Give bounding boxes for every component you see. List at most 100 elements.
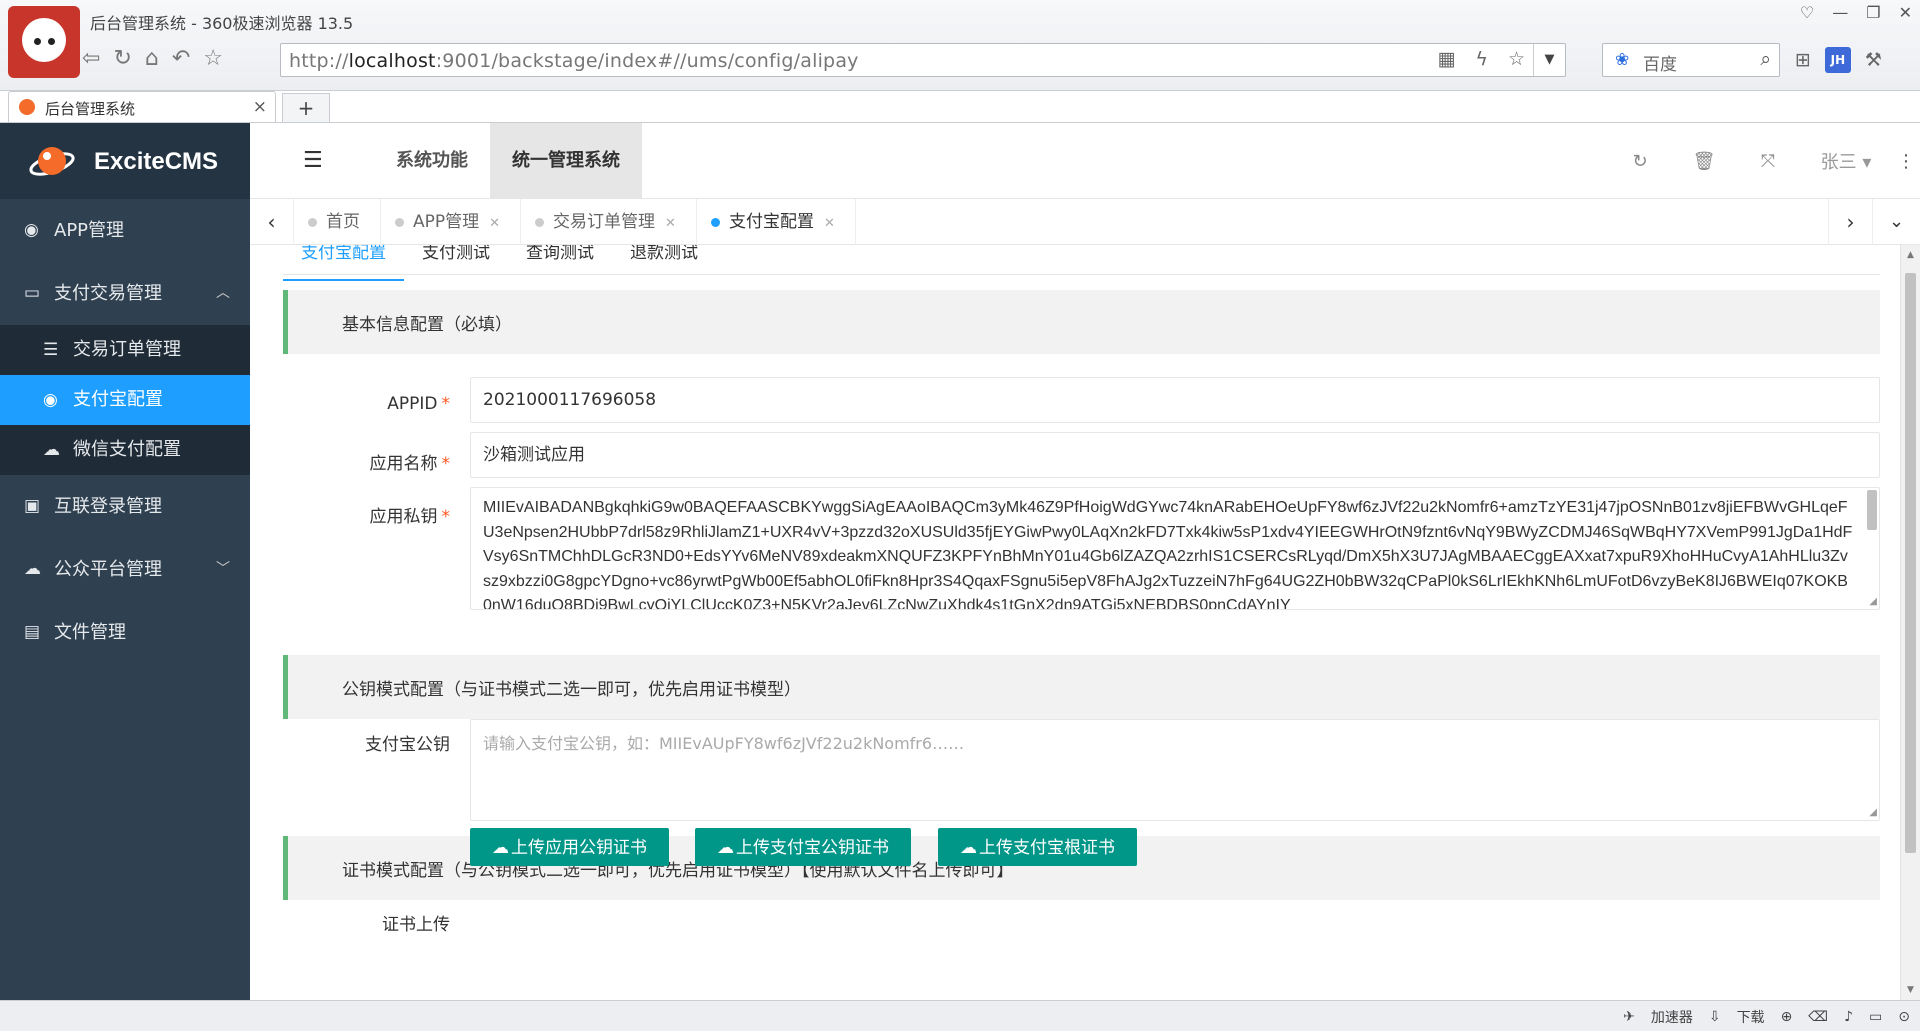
browser-logo[interactable]: [8, 6, 80, 78]
apps-grid-icon[interactable]: ⊞: [1795, 49, 1811, 71]
refresh-icon[interactable]: ↻: [1608, 151, 1672, 172]
page-tab-label: 交易订单管理: [553, 212, 656, 232]
top-nav-unified[interactable]: 统一管理系统: [490, 123, 642, 199]
zoom-icon[interactable]: ⊙: [1898, 1009, 1910, 1025]
close-icon[interactable]: ✕: [489, 216, 500, 231]
section-basic: 基本信息配置（必填）: [283, 290, 1880, 354]
screen-icon[interactable]: ▭: [1869, 1009, 1882, 1025]
sidebar-item-login[interactable]: ▣ 互联登录管理: [0, 475, 250, 538]
screenshot-icon[interactable]: ⊕: [1781, 1009, 1793, 1025]
list-icon: ☰: [43, 340, 59, 360]
sidebar-item-payment[interactable]: ▭ 支付交易管理 ︿: [0, 262, 250, 325]
lightning-icon[interactable]: ϟ: [1475, 48, 1488, 70]
download-icon[interactable]: ⇩: [1709, 1009, 1721, 1025]
sidebar-item-label: 交易订单管理: [73, 339, 181, 360]
scroll-up-icon[interactable]: ▲: [1901, 245, 1920, 265]
tools-wrench-icon[interactable]: ⚒: [1865, 49, 1882, 71]
sidebar-item-files[interactable]: ▤ 文件管理: [0, 601, 250, 664]
sidebar: ExciteCMS ◉ APP管理 ▭ 支付交易管理 ︿ ☰ 交易订单管理 ◉ …: [0, 123, 250, 1000]
tab-favicon-icon: [19, 99, 35, 115]
upload-app-cert-button[interactable]: ☁ 上传应用公钥证书: [470, 828, 669, 866]
restore-icon[interactable]: ❐: [1866, 3, 1880, 22]
download-label[interactable]: 下载: [1737, 1007, 1765, 1027]
sidebar-item-label: 公众平台管理: [54, 559, 162, 580]
mascot-eye: [48, 38, 55, 45]
sidebar-item-app[interactable]: ◉ APP管理: [0, 199, 250, 262]
bookmark-star-icon[interactable]: ☆: [1508, 48, 1525, 70]
subtab-pay-test[interactable]: 支付测试: [404, 245, 508, 274]
top-nav-system[interactable]: 系统功能: [374, 123, 490, 199]
favorite-star-icon[interactable]: ☆: [203, 46, 223, 71]
user-avatar-badge[interactable]: JH: [1824, 47, 1851, 73]
menu-toggle-icon[interactable]: ☰: [303, 148, 323, 173]
minimize-icon[interactable]: —: [1832, 3, 1848, 22]
qr-code-icon[interactable]: ▦: [1437, 48, 1455, 70]
sidebar-item-alipay[interactable]: ◉ 支付宝配置: [0, 375, 250, 425]
topbar: ☰ 系统功能 统一管理系统 ↻ 🗑 ⤧ 张三 ▾ ⋮: [250, 123, 1920, 199]
alipay-pubkey-textarea[interactable]: 请输入支付宝公钥，如：MIIEvAUpFY8wf6zJVf22u2kNomfr6…: [470, 719, 1880, 821]
scrollbar-thumb[interactable]: [1905, 273, 1916, 853]
close-tab-icon[interactable]: ×: [253, 97, 267, 117]
page-tab-orders[interactable]: 交易订单管理 ✕: [521, 199, 697, 245]
sidebar-item-orders[interactable]: ☰ 交易订单管理: [0, 325, 250, 375]
section-title: 证书模式配置（与公钥模式二选一即可，优先启用证书模型）【使用默认文件名上传即可】: [342, 861, 1014, 881]
chevron-left-icon[interactable]: ‹: [250, 199, 294, 245]
upload-alipay-cert-button[interactable]: ☁ 上传支付宝公钥证书: [695, 828, 911, 866]
upload-root-cert-button[interactable]: ☁ 上传支付宝根证书: [938, 828, 1137, 866]
button-label: 上传支付宝公钥证书: [736, 838, 889, 858]
sidebar-item-mp[interactable]: ☁ 公众平台管理 ﹀: [0, 538, 250, 601]
nav-buttons: ⇦ ↻ ⌂ ↶ ☆: [82, 46, 223, 71]
required-mark: *: [441, 394, 451, 414]
page-scrollbar[interactable]: ▲ ▼: [1900, 245, 1920, 1000]
trash-icon[interactable]: 🗑: [1672, 151, 1736, 172]
new-tab-button[interactable]: +: [282, 93, 330, 123]
user-menu[interactable]: 张三 ▾: [1800, 148, 1892, 174]
cloud-upload-icon: ☁: [960, 838, 977, 858]
sound-icon[interactable]: ♪: [1844, 1009, 1853, 1025]
top-tools: ↻ 🗑 ⤧ 张三 ▾ ⋮: [1608, 123, 1920, 199]
privatekey-textarea[interactable]: MIIEvAIBADANBgkqhkiG9w0BAQEFAASCBKYwggSi…: [470, 487, 1880, 610]
appid-input[interactable]: 2021000117696058: [470, 377, 1880, 423]
skin-icon[interactable]: ♡: [1800, 3, 1814, 22]
brand-name: ExciteCMS: [94, 148, 219, 175]
accelerator-icon[interactable]: ✈: [1623, 1009, 1635, 1025]
file-icon: ▤: [24, 622, 41, 642]
chevron-right-icon[interactable]: ›: [1828, 199, 1872, 245]
browser-tools: ⊞ JH ⚒: [1795, 47, 1882, 73]
page-tab-home[interactable]: 首页: [294, 199, 381, 245]
payment-submenu: ☰ 交易订单管理 ◉ 支付宝配置 ☁ 微信支付配置: [0, 325, 250, 475]
fullscreen-icon[interactable]: ⤧: [1736, 151, 1800, 172]
sidebar-item-wechatpay[interactable]: ☁ 微信支付配置: [0, 425, 250, 475]
url-text[interactable]: http://localhost:9001/backstage/index#//…: [289, 50, 859, 72]
page-tab-app[interactable]: APP管理 ✕: [381, 199, 522, 245]
address-dropdown-icon[interactable]: ▼: [1533, 44, 1565, 76]
page-tab-alipay[interactable]: 支付宝配置 ✕: [697, 199, 856, 245]
url-scheme: http://: [289, 50, 349, 72]
close-icon[interactable]: ✕: [665, 216, 676, 231]
home-icon[interactable]: ⌂: [145, 46, 159, 71]
close-icon[interactable]: ✕: [824, 216, 835, 231]
scroll-down-icon[interactable]: ▼: [1901, 980, 1920, 1000]
textarea-scrollbar[interactable]: [1867, 490, 1877, 530]
back-icon[interactable]: ⇦: [82, 46, 100, 71]
chevron-down-icon[interactable]: ⌄: [1872, 199, 1920, 245]
undo-close-icon[interactable]: ↶: [172, 46, 190, 71]
resize-handle-icon[interactable]: ◢: [1869, 596, 1877, 607]
cleanup-icon[interactable]: ⌫: [1808, 1009, 1828, 1025]
appid-label: APPID *: [280, 394, 450, 414]
more-vertical-icon[interactable]: ⋮: [1892, 151, 1920, 172]
refresh-icon[interactable]: ↻: [113, 46, 131, 71]
field-label: 应用私钥: [369, 507, 438, 527]
app-root: ExciteCMS ◉ APP管理 ▭ 支付交易管理 ︿ ☰ 交易订单管理 ◉ …: [0, 123, 1920, 1000]
appname-input[interactable]: 沙箱测试应用: [470, 432, 1880, 478]
search-icon[interactable]: ⌕: [1760, 48, 1771, 70]
accelerator-label[interactable]: 加速器: [1651, 1007, 1693, 1027]
search-box[interactable]: ❀ 百度 ⌕: [1602, 43, 1780, 77]
subtab-alipay-config[interactable]: 支付宝配置: [283, 245, 404, 281]
close-window-icon[interactable]: ✕: [1899, 3, 1912, 22]
address-bar[interactable]: http://localhost:9001/backstage/index#//…: [280, 43, 1566, 77]
subtab-query-test[interactable]: 查询测试: [508, 245, 612, 274]
browser-tab[interactable]: 后台管理系统 ×: [8, 91, 276, 123]
subtab-refund-test[interactable]: 退款测试: [612, 245, 716, 274]
resize-handle-icon[interactable]: ◢: [1869, 807, 1877, 818]
